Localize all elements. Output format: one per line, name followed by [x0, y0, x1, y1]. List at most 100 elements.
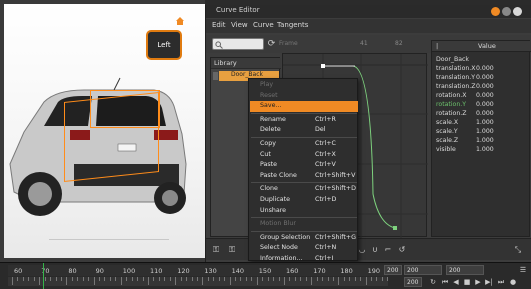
minimize-icon[interactable]: [502, 7, 511, 16]
keyframe-point[interactable]: [321, 64, 325, 68]
context-menu-item[interactable]: Group Selection Ctrl+Shift+G: [250, 233, 358, 244]
menu-bar: Edit View Curve Tangents: [206, 19, 531, 33]
timeline-tick: [289, 277, 291, 281]
timeline-tick-label: 190: [367, 267, 381, 275]
property-value[interactable]: 1.000: [476, 136, 494, 145]
timeline-tick: [267, 277, 269, 281]
property-name[interactable]: translation.Y: [436, 73, 475, 82]
keyframe-point[interactable]: [393, 226, 397, 230]
timeline-tick: [322, 277, 324, 281]
menu-tangents[interactable]: Tangents: [277, 21, 308, 29]
timeline-tick: [273, 277, 275, 281]
menu-edit[interactable]: Edit: [212, 21, 226, 29]
timeline-tick: [175, 277, 177, 285]
timeline-bar[interactable]: 60 70 80 90 100 110 120 130 140 150 160 170 180 190 2…: [0, 262, 531, 289]
property-name[interactable]: visible: [436, 145, 456, 154]
context-menu-item[interactable]: Rename Ctrl+R: [250, 115, 358, 126]
property-name[interactable]: scale.Z: [436, 136, 458, 145]
current-frame-field[interactable]: 200: [404, 277, 422, 287]
library-item-label: Door_Back: [231, 71, 263, 78]
property-value[interactable]: 1.000: [476, 127, 494, 136]
timeline-tick: [300, 277, 302, 281]
timeline-tick: [82, 277, 84, 281]
context-menu-item[interactable]: Paste Clone Ctrl+Shift+V: [250, 171, 358, 182]
loop-icon[interactable]: ↻: [428, 277, 438, 287]
property-value[interactable]: 1.000: [476, 145, 494, 154]
navigation-cube[interactable]: Left: [146, 30, 182, 60]
menu-item-label: Unshare: [260, 206, 287, 214]
key-icon[interactable]: ⚿: [210, 245, 222, 255]
range-start-field[interactable]: 200: [404, 265, 442, 275]
settings-icon[interactable]: [491, 7, 500, 16]
context-menu-item[interactable]: Copy Ctrl+C: [250, 139, 358, 150]
tangent-flat-icon[interactable]: ∪: [369, 245, 381, 255]
context-menu-item[interactable]: Delete Del: [250, 125, 358, 136]
context-menu-item[interactable]: Select Node Ctrl+N: [250, 243, 358, 254]
property-name[interactable]: scale.X: [436, 118, 458, 127]
property-value[interactable]: 0.000: [476, 91, 494, 100]
playhead[interactable]: [43, 263, 44, 289]
property-name[interactable]: rotation.X: [436, 91, 466, 100]
menu-view[interactable]: View: [231, 21, 248, 29]
property-value[interactable]: 0.000: [476, 109, 494, 118]
menu-curve[interactable]: Curve: [253, 21, 274, 29]
timeline-tick: [169, 277, 171, 281]
context-menu-item[interactable]: Clone Ctrl+Shift+D: [250, 184, 358, 195]
search-input[interactable]: [212, 38, 264, 50]
end-frame-field[interactable]: 200: [384, 265, 402, 275]
timeline-tick: [294, 277, 296, 281]
property-value[interactable]: 0.000: [476, 82, 494, 91]
context-menu-item[interactable]: Cut Ctrl+X: [250, 150, 358, 161]
stop-icon[interactable]: ■: [462, 277, 472, 287]
record-icon[interactable]: ●: [508, 277, 518, 287]
tangent-step-icon[interactable]: ⌐: [382, 245, 394, 255]
go-end-icon[interactable]: ⏭: [496, 277, 506, 287]
property-value[interactable]: 0.000: [476, 100, 494, 109]
range-end-field[interactable]: 200: [446, 265, 484, 275]
3d-viewport[interactable]: Left: [0, 0, 205, 262]
timeline-track[interactable]: [8, 277, 389, 286]
timeline-settings-icon[interactable]: ☰: [518, 265, 528, 275]
expand-icon[interactable]: [213, 72, 218, 80]
property-name[interactable]: translation.X: [436, 64, 475, 73]
timeline-tick: [202, 277, 204, 285]
menu-separator: [251, 217, 357, 219]
context-menu-item[interactable]: Duplicate Ctrl+D: [250, 195, 358, 206]
property-value[interactable]: 0.000: [476, 64, 494, 73]
title-bar[interactable]: Curve Editor: [206, 5, 531, 18]
nav-cube-label: Left: [157, 41, 171, 49]
context-menu-item[interactable]: Paste Ctrl+V: [250, 160, 358, 171]
menu-item-label: Rename: [260, 115, 286, 123]
property-value[interactable]: 1.000: [476, 118, 494, 127]
timeline-tick: [12, 277, 13, 285]
timeline-tick: [349, 277, 351, 281]
property-value[interactable]: 0.000: [476, 73, 494, 82]
timeline-tick: [158, 277, 160, 281]
menu-item-label: Group Selection: [260, 233, 311, 241]
home-icon[interactable]: [175, 16, 185, 26]
context-menu-item[interactable]: Save...: [250, 101, 358, 112]
prev-frame-icon[interactable]: ◀: [451, 277, 461, 287]
ground-line: [49, 239, 169, 240]
timeline-tick: [387, 277, 389, 281]
play-icon[interactable]: ▶: [473, 277, 483, 287]
timeline-tick: [332, 277, 334, 281]
property-name[interactable]: translation.Z: [436, 82, 475, 91]
property-name[interactable]: rotation.Y: [436, 100, 466, 109]
property-name[interactable]: rotation.Z: [436, 109, 466, 118]
timeline-tick: [180, 277, 182, 281]
timeline-ruler[interactable]: 60 70 80 90 100 110 120 130 140 150 160 170 180 190: [8, 265, 388, 276]
context-menu-item[interactable]: Unshare: [250, 206, 358, 217]
menu-item-label: Clone: [260, 185, 278, 193]
key-link-icon[interactable]: ⚿: [226, 245, 238, 255]
properties-header: | Value: [432, 41, 531, 52]
timeline-tick: [39, 277, 41, 285]
close-icon[interactable]: [513, 7, 522, 16]
resize-handle-icon[interactable]: ⤡: [512, 245, 524, 255]
property-name[interactable]: scale.Y: [436, 127, 458, 136]
go-start-icon[interactable]: ⏮: [440, 277, 450, 287]
refresh-icon[interactable]: ⟳: [266, 38, 277, 50]
menu-item-shortcut: Ctrl+X: [315, 150, 336, 158]
tangent-auto-icon[interactable]: ↺: [396, 245, 408, 255]
next-frame-icon[interactable]: ▶|: [484, 277, 494, 287]
